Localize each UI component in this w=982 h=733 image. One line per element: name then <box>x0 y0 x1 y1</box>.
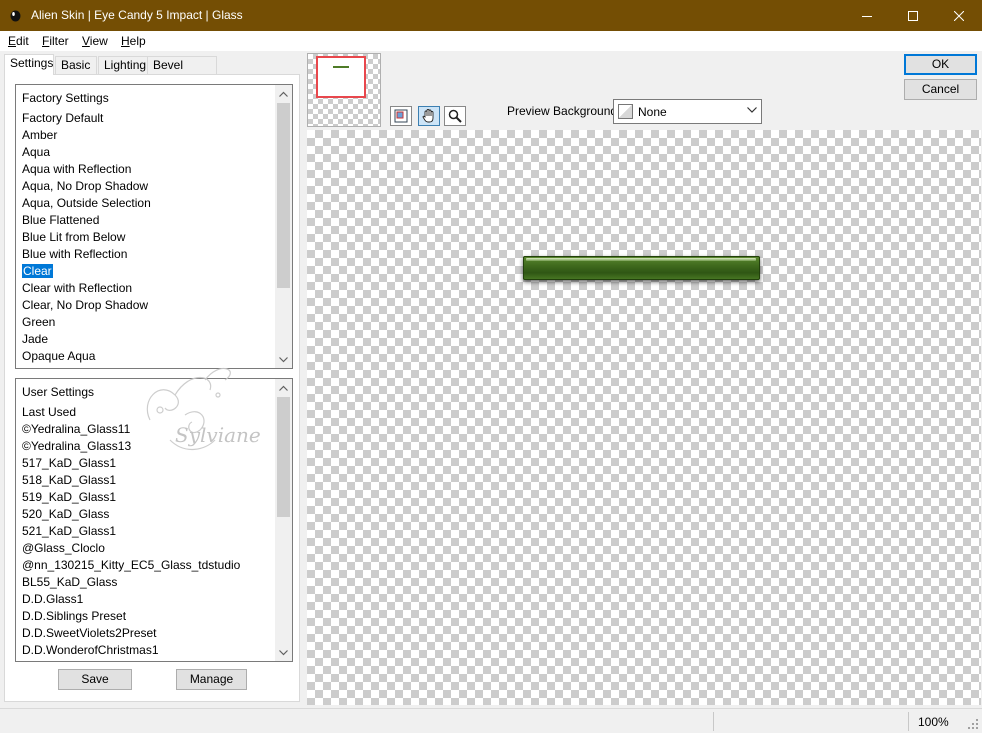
list-item[interactable]: Blue Lit from Below <box>22 229 274 246</box>
zoom-icon <box>448 109 462 123</box>
menu-filter[interactable]: Filter <box>42 34 69 48</box>
minimize-button[interactable] <box>844 0 890 31</box>
factory-settings-items: Factory Settings Factory Default Amber A… <box>22 89 274 365</box>
list-item[interactable]: 521_KaD_Glass1 <box>22 523 274 540</box>
menu-help-label: elp <box>129 34 146 48</box>
cancel-button[interactable]: Cancel <box>904 79 977 100</box>
list-item[interactable]: 519_KaD_Glass1 <box>22 489 274 506</box>
list-item[interactable]: D.D.WonderofChristmas1 <box>22 642 274 659</box>
glass-highlight <box>526 258 756 261</box>
list-item[interactable]: Clear, No Drop Shadow <box>22 297 274 314</box>
factory-settings-header[interactable]: Factory Settings <box>22 89 274 110</box>
list-item[interactable]: Aqua, No Drop Shadow <box>22 178 274 195</box>
chevron-down-icon <box>279 649 288 655</box>
list-item-selected[interactable]: Clear <box>22 263 274 280</box>
list-item[interactable]: Aqua with Reflection <box>22 161 274 178</box>
selected-item-label: Clear <box>22 264 53 278</box>
save-button[interactable]: Save <box>58 669 132 690</box>
navigator-thumbnail[interactable] <box>307 53 381 127</box>
glass-effect-preview <box>523 256 760 280</box>
scroll-up-button[interactable] <box>275 85 292 102</box>
list-item[interactable]: 520_KaD_Glass <box>22 506 274 523</box>
resize-grip-icon[interactable] <box>968 719 979 730</box>
maximize-button[interactable] <box>890 0 936 31</box>
chevron-up-icon <box>279 385 288 391</box>
maximize-icon <box>908 10 918 21</box>
list-item[interactable]: D.D.Glass1 <box>22 591 274 608</box>
close-button[interactable] <box>936 0 982 31</box>
menu-view-label: iew <box>89 34 108 48</box>
menu-edit-label: dit <box>16 34 29 48</box>
tab-lighting[interactable]: Lighting <box>98 56 148 74</box>
hand-icon <box>422 109 434 123</box>
list-item[interactable]: Aqua <box>22 144 274 161</box>
hand-tool[interactable] <box>418 106 440 126</box>
list-item[interactable]: D.D.SweetViolets2Preset <box>22 625 274 642</box>
tab-bevel-profile[interactable]: Bevel Profile <box>147 56 217 89</box>
chevron-down-icon <box>747 107 757 113</box>
menu-help-mnemonic: H <box>121 34 130 48</box>
menu-edit[interactable]: Edit <box>8 34 29 48</box>
menu-help[interactable]: Help <box>121 34 146 48</box>
app-icon <box>10 10 21 22</box>
zoom-level: 100% <box>918 715 949 729</box>
factory-scrollbar[interactable] <box>275 85 292 368</box>
list-item[interactable]: Factory Default <box>22 110 274 127</box>
list-item[interactable]: BL55_KaD_Glass <box>22 574 274 591</box>
navigator-preview-bar <box>333 66 349 68</box>
preview-background-label: Preview Background: <box>507 104 621 118</box>
settings-panel: Factory Settings Factory Default Amber A… <box>4 74 300 702</box>
status-divider <box>908 712 909 731</box>
list-item[interactable]: Clear with Reflection <box>22 280 274 297</box>
menu-bar: Edit Filter View Help <box>0 31 982 51</box>
list-item[interactable]: Amber <box>22 127 274 144</box>
navigate-icon <box>394 109 408 123</box>
list-item[interactable]: Blue Flattened <box>22 212 274 229</box>
menu-edit-mnemonic: E <box>8 34 17 48</box>
watermark-logo: Sylviane <box>146 367 261 450</box>
menu-filter-label: ilter <box>49 34 69 48</box>
manage-button[interactable]: Manage <box>176 669 247 690</box>
tab-settings[interactable]: Settings <box>4 54 54 75</box>
preview-background-select[interactable]: None <box>613 99 762 124</box>
navigator-view-rect[interactable] <box>316 56 366 98</box>
chevron-up-icon <box>279 91 288 97</box>
chevron-down-icon <box>279 356 288 362</box>
factory-settings-list[interactable]: Factory Settings Factory Default Amber A… <box>15 84 293 369</box>
list-item[interactable]: Jade <box>22 331 274 348</box>
preview-background-value: None <box>638 105 667 119</box>
list-item[interactable]: D.D.Siblings Preset <box>22 608 274 625</box>
watermark-text: Sylviane <box>175 423 261 447</box>
status-divider <box>713 712 714 731</box>
minimize-icon <box>862 15 872 17</box>
scroll-down-button[interactable] <box>275 644 292 661</box>
status-bar: 100% <box>0 708 982 733</box>
list-item[interactable]: Aqua, Outside Selection <box>22 195 274 212</box>
list-item[interactable]: @Glass_Cloclo <box>22 540 274 557</box>
title-bar: Alien Skin | Eye Candy 5 Impact | Glass <box>0 0 982 31</box>
tab-basic[interactable]: Basic <box>55 56 97 74</box>
navigate-tool[interactable] <box>390 106 412 126</box>
close-icon <box>954 10 964 21</box>
menu-view[interactable]: View <box>82 34 108 48</box>
scroll-thumb[interactable] <box>277 103 290 288</box>
preview-canvas[interactable] <box>307 130 981 705</box>
menu-view-mnemonic: V <box>82 34 90 48</box>
window-title: Alien Skin | Eye Candy 5 Impact | Glass <box>31 8 243 22</box>
list-item[interactable]: Blue with Reflection <box>22 246 274 263</box>
list-item[interactable]: Green <box>22 314 274 331</box>
list-item[interactable]: @nn_130215_Kitty_EC5_Glass_tdstudio <box>22 557 274 574</box>
background-swatch-icon <box>618 104 633 119</box>
ok-button[interactable]: OK <box>904 54 977 75</box>
zoom-tool[interactable] <box>444 106 466 126</box>
